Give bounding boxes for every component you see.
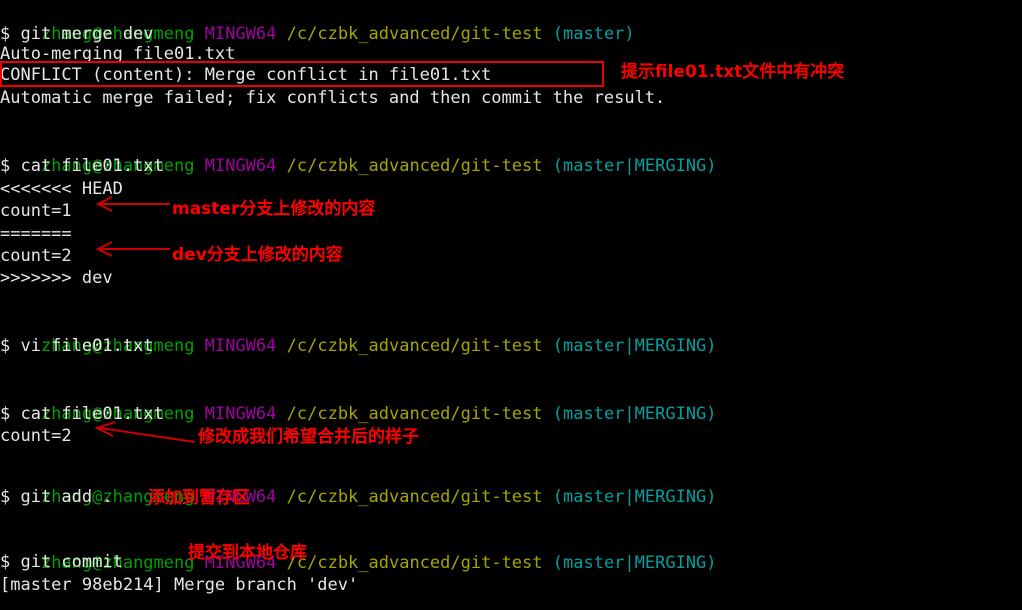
command-cat-file: $ cat file01.txt bbox=[0, 156, 164, 176]
annotation-desired-merge-result: 修改成我们希望合并后的样子 bbox=[198, 427, 419, 447]
conflict-content-master: count=1 bbox=[0, 201, 72, 221]
prompt-path: /c/czbk_advanced/git-test bbox=[286, 404, 543, 424]
command-git-add: $ git add . bbox=[0, 487, 113, 507]
output-conflict: CONFLICT (content): Merge conflict in fi… bbox=[0, 65, 492, 85]
output-auto-merging: Auto-merging file01.txt bbox=[0, 44, 236, 64]
prompt-branch: (master|MERGING) bbox=[552, 487, 717, 507]
conflict-marker-separator: ======= bbox=[0, 224, 72, 244]
prompt-path: /c/czbk_advanced/git-test bbox=[286, 156, 543, 176]
merged-content: count=2 bbox=[0, 426, 72, 446]
conflict-content-dev: count=2 bbox=[0, 246, 72, 266]
prompt-branch: (master|MERGING) bbox=[552, 553, 717, 573]
prompt-branch: (master|MERGING) bbox=[552, 156, 717, 176]
annotation-dev-branch-content: dev分支上修改的内容 bbox=[172, 245, 343, 265]
prompt-path: /c/czbk_advanced/git-test bbox=[286, 24, 543, 44]
output-merge-commit: [master 98eb214] Merge branch 'dev' bbox=[0, 575, 359, 595]
arrow-dev-annotation bbox=[95, 241, 170, 257]
prompt-path: /c/czbk_advanced/git-test bbox=[286, 336, 543, 356]
prompt-branch: (master|MERGING) bbox=[552, 404, 717, 424]
prompt-path: /c/czbk_advanced/git-test bbox=[286, 553, 543, 573]
annotation-conflict-hint: 提示file01.txt文件中有冲突 bbox=[621, 62, 845, 82]
conflict-marker-head: <<<<<<< HEAD bbox=[0, 179, 123, 199]
annotation-add-to-staging: 添加到暂存区 bbox=[148, 488, 250, 508]
output-merge-failed: Automatic merge failed; fix conflicts an… bbox=[0, 88, 666, 108]
command-vi-file: $ vi file01.txt bbox=[0, 336, 154, 356]
annotation-master-branch-content: master分支上修改的内容 bbox=[172, 199, 376, 219]
prompt-branch: (master|MERGING) bbox=[552, 336, 717, 356]
command-cat-file: $ cat file01.txt bbox=[0, 404, 164, 424]
prompt-path: /c/czbk_advanced/git-test bbox=[286, 487, 543, 507]
command-git-commit: $ git commit bbox=[0, 552, 123, 572]
prompt-branch: (master) bbox=[552, 24, 635, 44]
annotation-commit-to-local-repo: 提交到本地仓库 bbox=[188, 543, 307, 563]
prompt-host: MINGW64 bbox=[204, 336, 277, 356]
conflict-marker-dev: >>>>>>> dev bbox=[0, 268, 113, 288]
prompt-host: MINGW64 bbox=[204, 24, 277, 44]
terminal-window: zhang@zhangmeng MINGW64 /c/czbk_advanced… bbox=[0, 0, 1022, 610]
prompt-host: MINGW64 bbox=[204, 156, 277, 176]
prompt-host: MINGW64 bbox=[204, 404, 277, 424]
